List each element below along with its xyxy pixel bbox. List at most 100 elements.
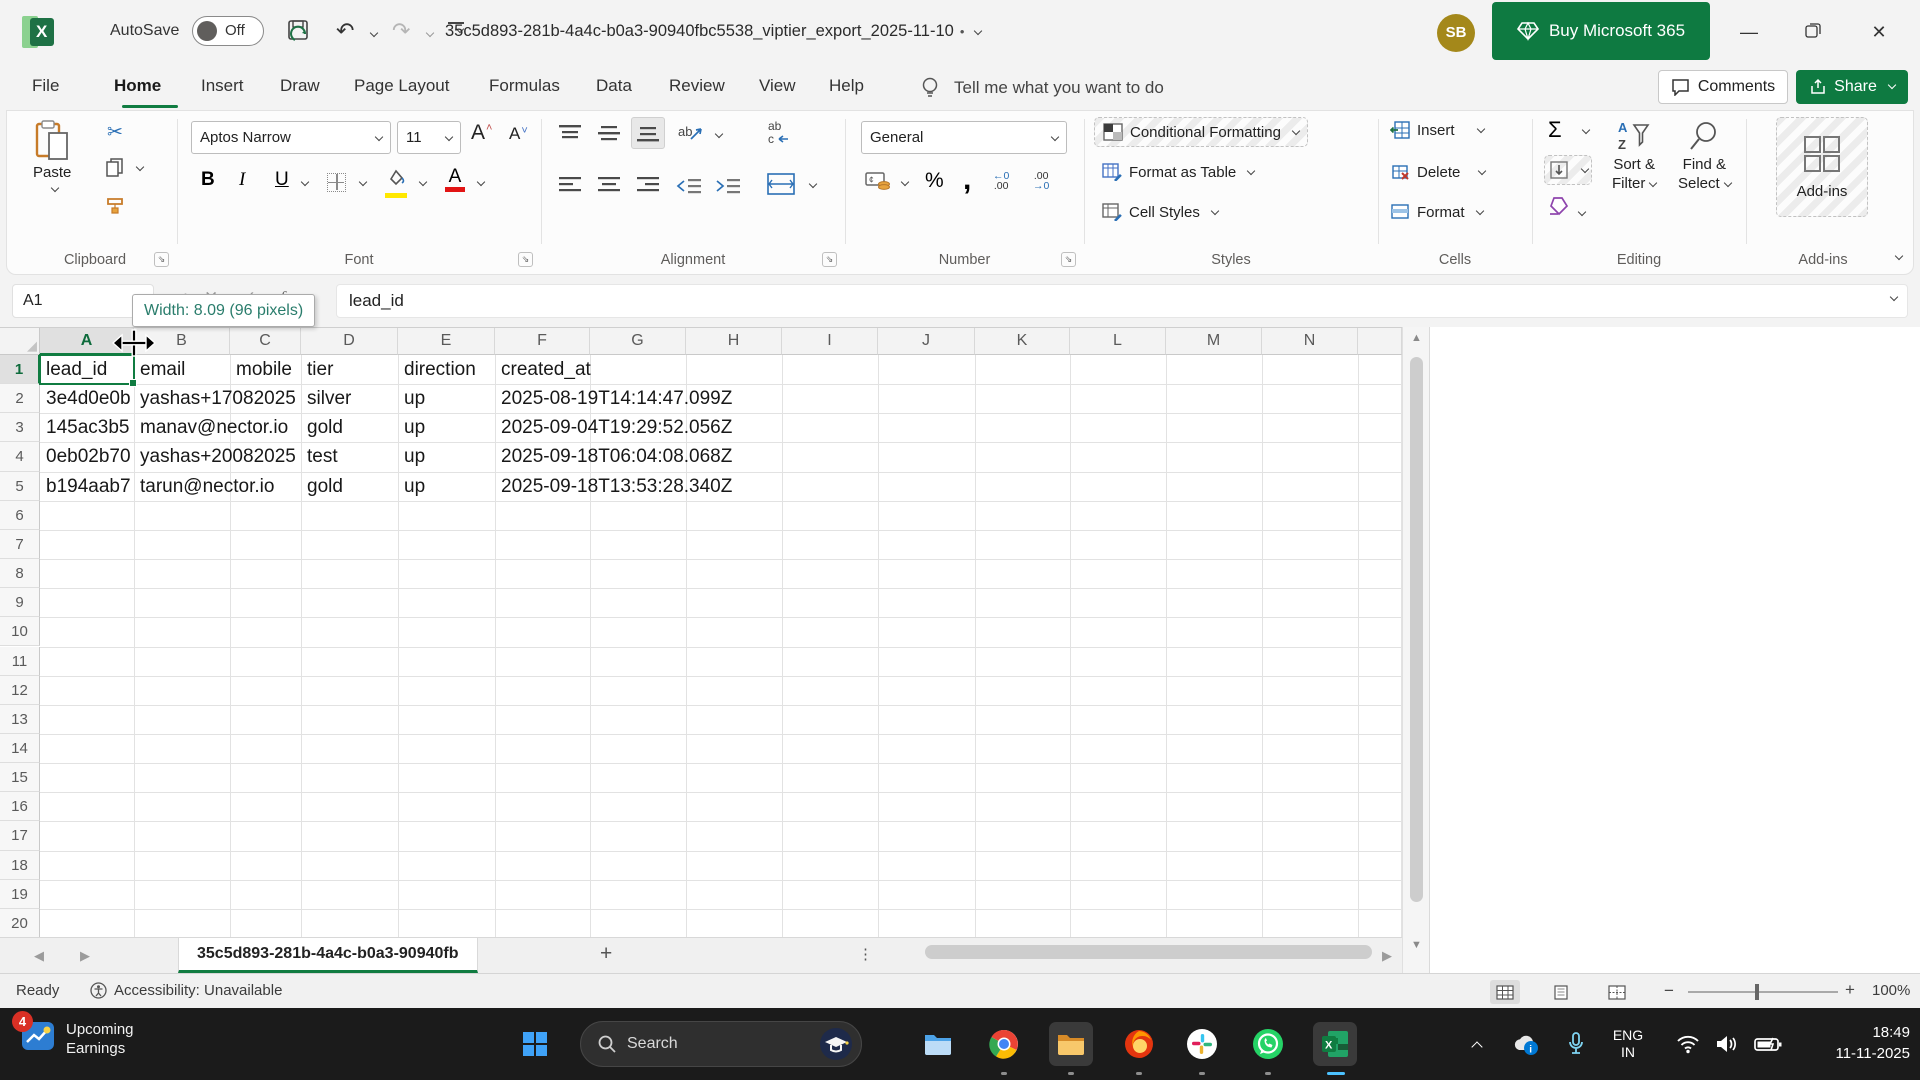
comments-button[interactable]: Comments (1658, 70, 1788, 104)
save-icon[interactable] (286, 18, 312, 44)
cell-A5[interactable]: b194aab7- (46, 472, 130, 501)
tray-cloud-info-icon[interactable]: i (1504, 1022, 1548, 1066)
decrease-font-size-button[interactable]: A ˅ (509, 124, 528, 144)
fill-handle[interactable] (129, 379, 137, 388)
zoom-percentage[interactable]: 100% (1872, 982, 1910, 999)
tray-battery-icon[interactable] (1746, 1022, 1790, 1066)
page-layout-view-button[interactable] (1546, 980, 1576, 1004)
row-header-2[interactable]: 2 (0, 384, 40, 414)
document-title[interactable]: 35c5d893-281b-4a4c-b0a3-90940fbc5538_vip… (445, 22, 983, 41)
sheet-nav-right-icon[interactable]: ▶ (80, 948, 90, 964)
column-header-G[interactable]: G (590, 328, 686, 355)
cell-D5[interactable]: gold (307, 472, 394, 501)
clipboard-dialog-launcher[interactable]: ⇘ (154, 252, 169, 267)
vertical-scrollbar-thumb[interactable] (1410, 357, 1423, 902)
column-header-partial[interactable] (1358, 328, 1402, 355)
row-header-8[interactable]: 8 (0, 559, 40, 589)
cut-icon[interactable]: ✂ (107, 121, 123, 144)
cell-A4[interactable]: 0eb02b70- (46, 442, 130, 471)
tab-page-layout[interactable]: Page Layout (352, 72, 451, 100)
tab-formulas[interactable]: Formulas (487, 72, 562, 100)
fill-button[interactable] (1544, 155, 1592, 185)
horizontal-scrollbar-thumb[interactable] (925, 945, 1372, 959)
fill-color-button[interactable] (385, 169, 407, 198)
format-as-table-button[interactable]: Format as Table (1102, 163, 1256, 181)
accessibility-status[interactable]: Accessibility: Unavailable (82, 979, 290, 1002)
alignment-dialog-launcher[interactable]: ⇘ (822, 252, 837, 267)
cell-B2[interactable]: yashas+17082025 (140, 384, 297, 413)
restore-button[interactable] (1790, 18, 1836, 46)
cell-D3[interactable]: gold (307, 413, 394, 442)
avatar[interactable]: SB (1437, 14, 1475, 52)
delete-cells-button[interactable]: Delete (1390, 163, 1487, 181)
column-header-N[interactable]: N (1262, 328, 1358, 355)
row-header-7[interactable]: 7 (0, 529, 40, 560)
cell-B5[interactable]: tarun@nector.io (140, 472, 297, 501)
cell-D2[interactable]: silver (307, 384, 394, 413)
paste-chevron-icon[interactable] (50, 183, 59, 193)
title-chevron-icon[interactable] (974, 26, 983, 36)
add-sheet-button[interactable]: + (600, 942, 612, 966)
paste-button[interactable]: Paste (33, 119, 71, 193)
worksheet-grid[interactable]: ◢ A B C D E F G H I J K L M N 1 2 3 4 5 6 7 8 9 10 11 12 13 14 15 16 1… (0, 327, 1402, 939)
cell-E2[interactable]: up (404, 384, 491, 413)
font-size-combo[interactable]: 11 (397, 121, 461, 154)
autosave-toggle[interactable]: Off (192, 16, 264, 46)
align-center-icon[interactable] (598, 177, 620, 195)
accounting-format-button[interactable]: ¢ (865, 171, 891, 196)
row-header-3[interactable]: 3 (0, 413, 40, 443)
borders-button[interactable] (327, 173, 346, 192)
autosum-button[interactable]: Σ (1548, 117, 1562, 143)
align-right-icon[interactable] (637, 177, 659, 195)
merge-center-button[interactable] (767, 173, 795, 200)
cell-styles-button[interactable]: Cell Styles (1102, 203, 1220, 221)
minimize-button[interactable]: — (1726, 18, 1772, 46)
increase-indent-icon[interactable] (715, 177, 741, 195)
format-painter-button[interactable] (105, 195, 127, 215)
tray-chevron-up-icon[interactable] (1458, 1022, 1496, 1066)
sort-filter-button[interactable]: A Z Sort & Filter (1612, 119, 1658, 193)
tray-microphone-icon[interactable] (1556, 1022, 1596, 1066)
excel-taskbar-icon[interactable]: X (1313, 1022, 1357, 1066)
column-header-F[interactable]: F (495, 328, 590, 355)
top-align-icon[interactable] (559, 125, 581, 143)
zoom-slider-thumb[interactable] (1755, 984, 1759, 1000)
number-format-combo[interactable]: General (861, 121, 1067, 154)
orientation-button[interactable]: ab (677, 121, 703, 150)
autosum-chevron-icon[interactable] (1581, 125, 1591, 135)
row-header-13[interactable]: 13 (0, 704, 40, 734)
zoom-out-button[interactable]: − (1664, 981, 1674, 1001)
taskbar-clock[interactable]: 18:49 11-11-2025 (1812, 1022, 1910, 1064)
percent-style-button[interactable]: % (925, 169, 944, 193)
number-dialog-launcher[interactable]: ⇘ (1061, 252, 1076, 267)
cell-D1[interactable]: tier (307, 355, 394, 384)
sheet-options-icon[interactable]: ⋮ (858, 945, 873, 963)
borders-chevron-icon[interactable] (358, 177, 368, 187)
row-header-4[interactable]: 4 (0, 442, 40, 472)
column-header-C[interactable]: C (230, 328, 301, 355)
widgets-button[interactable]: 4 Upcoming Earnings (12, 1011, 134, 1059)
scroll-up-icon[interactable]: ▲ (1403, 332, 1430, 344)
row-header-20[interactable]: 20 (0, 908, 40, 938)
find-select-button[interactable]: Find & Select (1678, 119, 1732, 193)
start-button[interactable] (513, 1022, 557, 1066)
column-header-H[interactable]: H (686, 328, 782, 355)
copy-button[interactable] (105, 157, 145, 179)
page-break-preview-button[interactable] (1602, 980, 1632, 1004)
decrease-decimal-button[interactable]: .00 →0 (1033, 171, 1049, 192)
tab-review[interactable]: Review (667, 72, 727, 100)
buy-microsoft-365-button[interactable]: Buy Microsoft 365 (1492, 2, 1710, 60)
cell-B4[interactable]: yashas+20082025 (140, 442, 297, 471)
formula-input[interactable]: lead_id (336, 284, 1908, 318)
cell-B1[interactable]: email (140, 355, 226, 384)
vertical-scrollbar[interactable]: ▲ ▼ (1402, 327, 1429, 973)
taskbar-search[interactable]: Search (580, 1021, 862, 1067)
tell-me-box[interactable]: Tell me what you want to do (920, 76, 1164, 100)
hscroll-right-icon[interactable]: ▶ (1382, 948, 1392, 964)
tab-file[interactable]: File (30, 72, 61, 100)
tab-insert[interactable]: Insert (199, 72, 246, 100)
row-header-5[interactable]: 5 (0, 471, 40, 501)
row-header-14[interactable]: 14 (0, 733, 40, 764)
sheet-nav-left-icon[interactable]: ◀ (34, 948, 44, 964)
row-header-1[interactable]: 1 (0, 355, 40, 385)
